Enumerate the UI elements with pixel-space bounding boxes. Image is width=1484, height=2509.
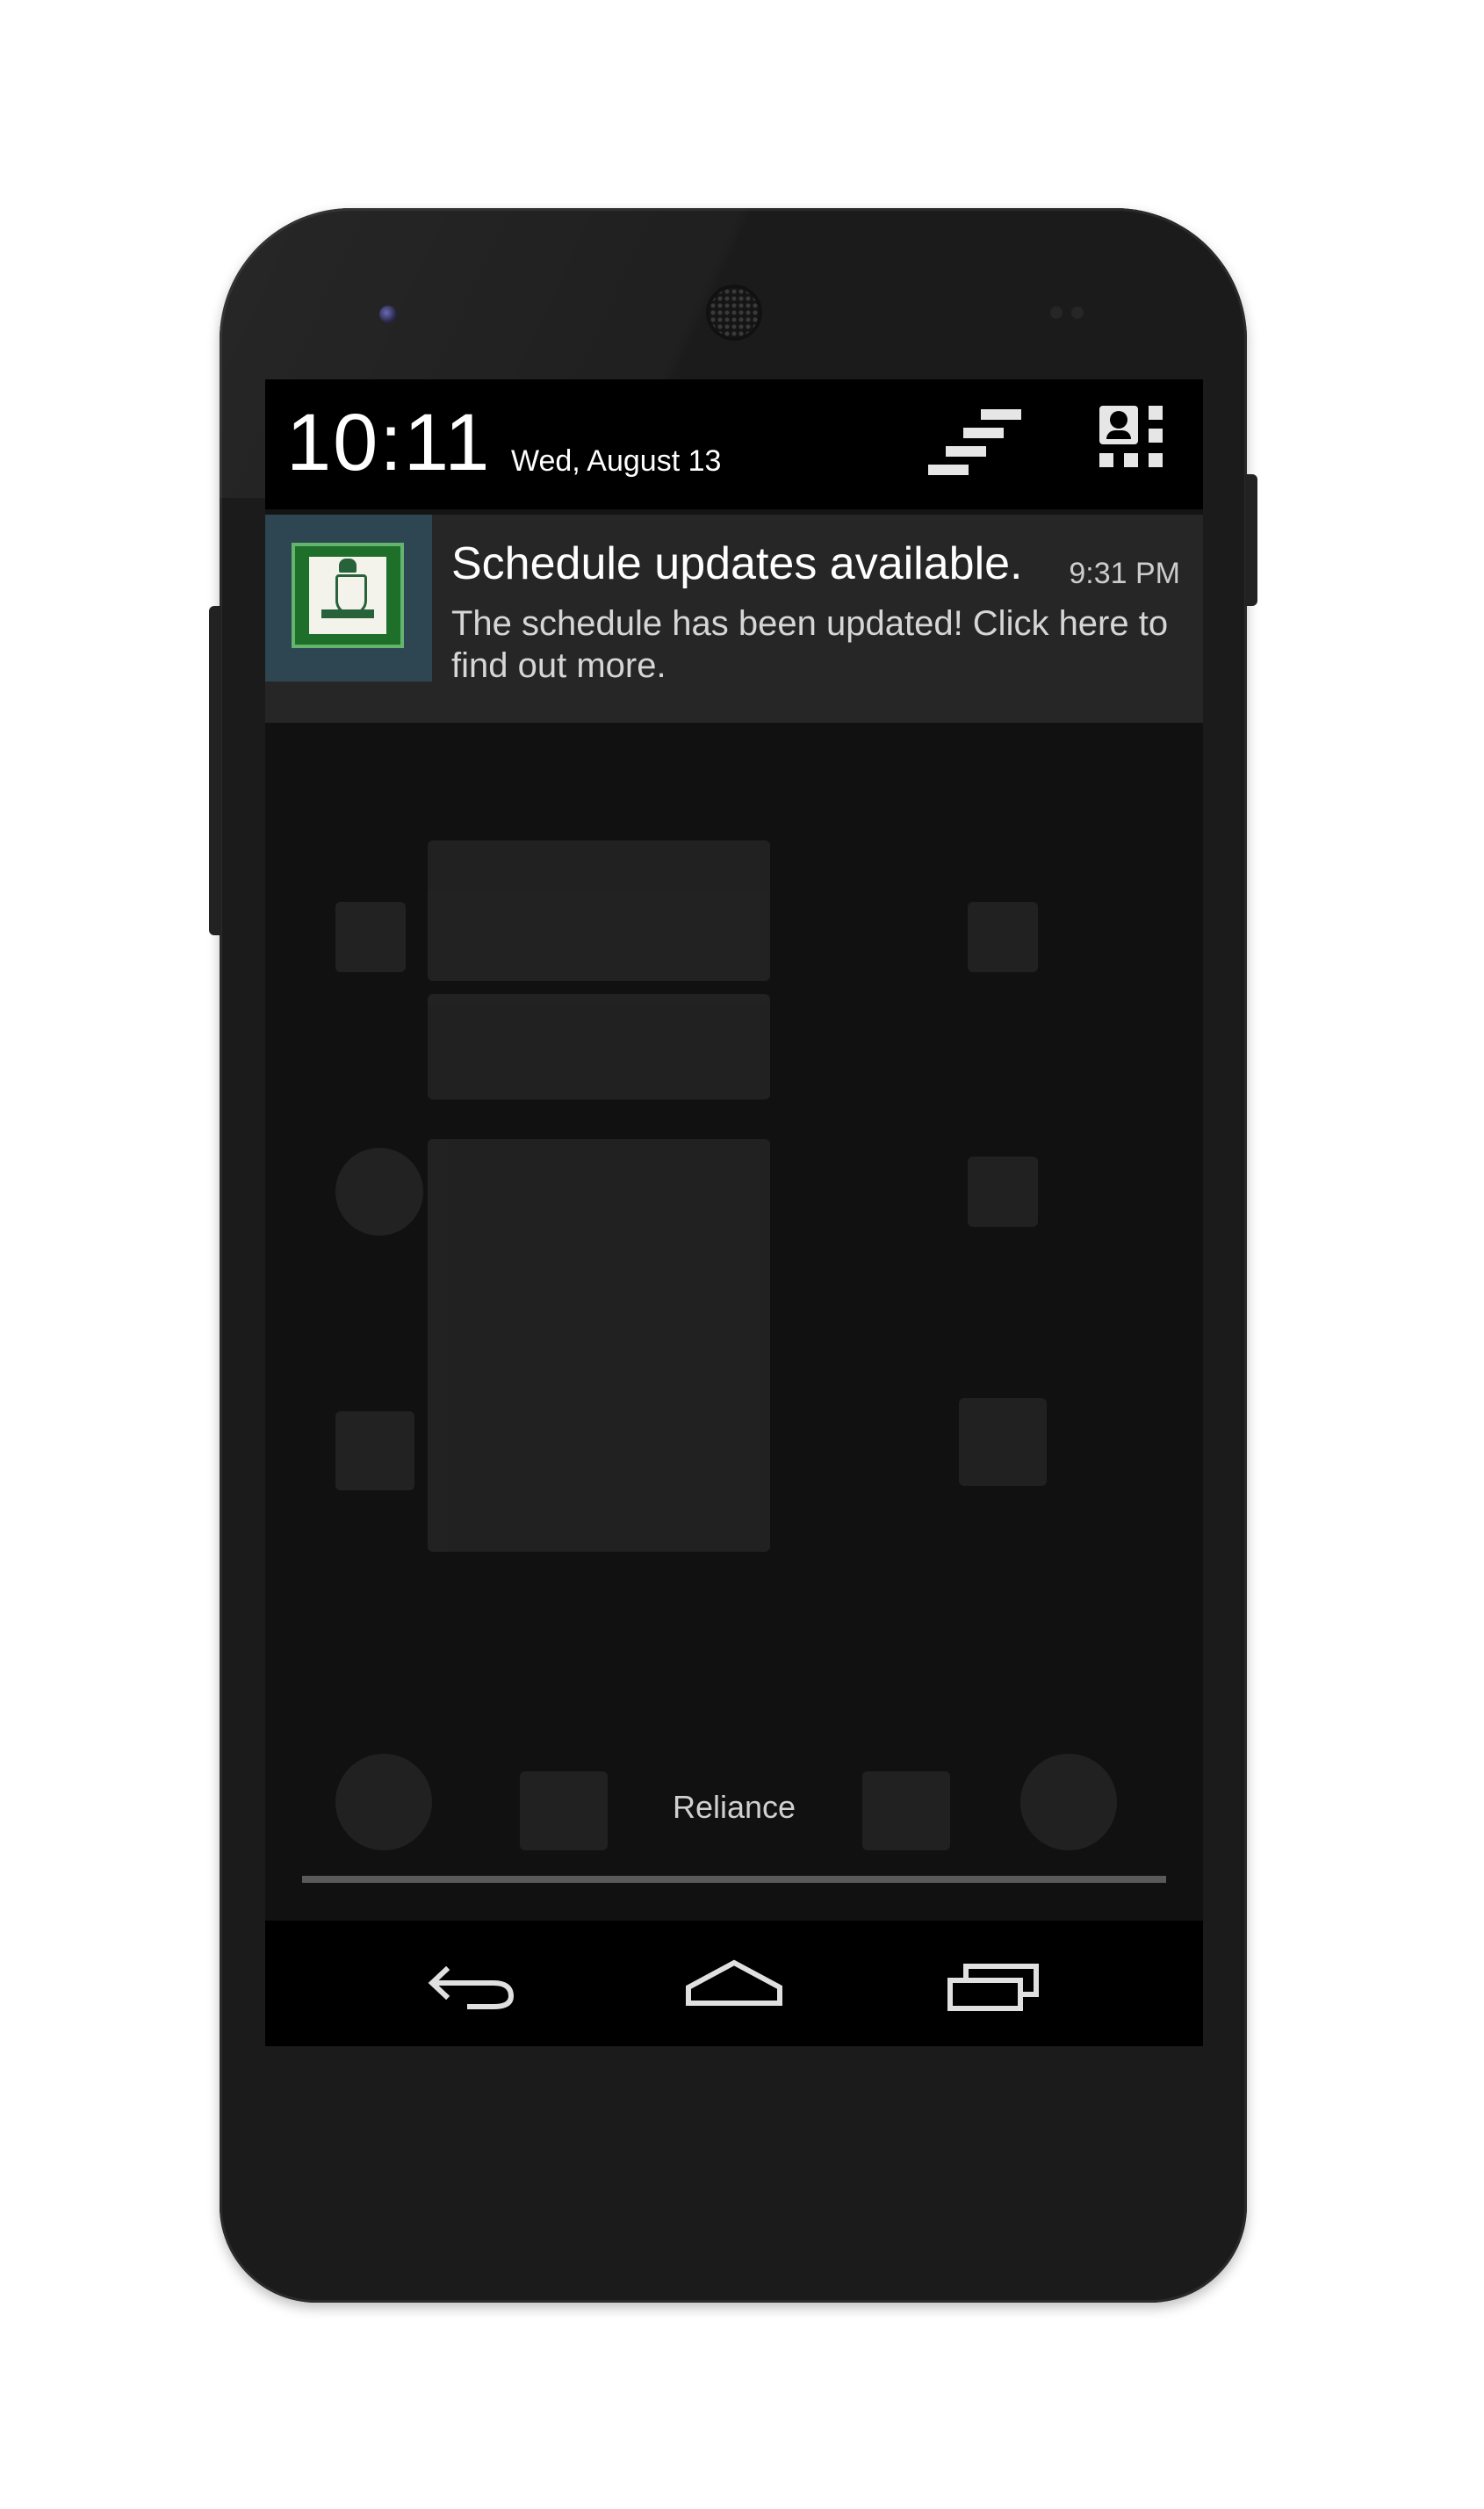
shade-handle[interactable] bbox=[302, 1876, 1166, 1883]
dimmed-home-screen bbox=[265, 717, 1203, 1903]
power-button bbox=[1245, 474, 1257, 606]
notification-shade-header: 10:11 Wed, August 13 bbox=[265, 379, 1203, 509]
home-icon[interactable] bbox=[681, 1954, 787, 2015]
proximity-sensors bbox=[1050, 306, 1094, 320]
quick-settings-icon[interactable] bbox=[1099, 406, 1178, 485]
phone-screen: 10:11 Wed, August 13 Schedule updates av… bbox=[265, 379, 1203, 2046]
earpiece-speaker bbox=[710, 288, 759, 337]
clock: 10:11 bbox=[286, 398, 492, 487]
notification-title: Schedule updates available. bbox=[451, 538, 1023, 589]
date-label[interactable]: Wed, August 13 bbox=[511, 444, 721, 479]
volume-button bbox=[209, 606, 221, 935]
notification-settings-icon[interactable] bbox=[928, 409, 1025, 479]
school-crest-icon bbox=[292, 543, 404, 648]
notification-time: 9:31 PM bbox=[1069, 557, 1180, 590]
back-icon[interactable] bbox=[423, 1954, 529, 2015]
front-camera bbox=[379, 306, 397, 323]
recents-icon[interactable] bbox=[943, 1954, 1048, 2015]
notification-card[interactable]: Schedule updates available. 9:31 PM The … bbox=[265, 509, 1203, 723]
navigation-bar bbox=[265, 1921, 1203, 2046]
notification-text: The schedule has been updated! Click her… bbox=[451, 604, 1169, 685]
notification-icon-area bbox=[265, 515, 432, 681]
carrier-label: Reliance bbox=[672, 1789, 796, 1825]
